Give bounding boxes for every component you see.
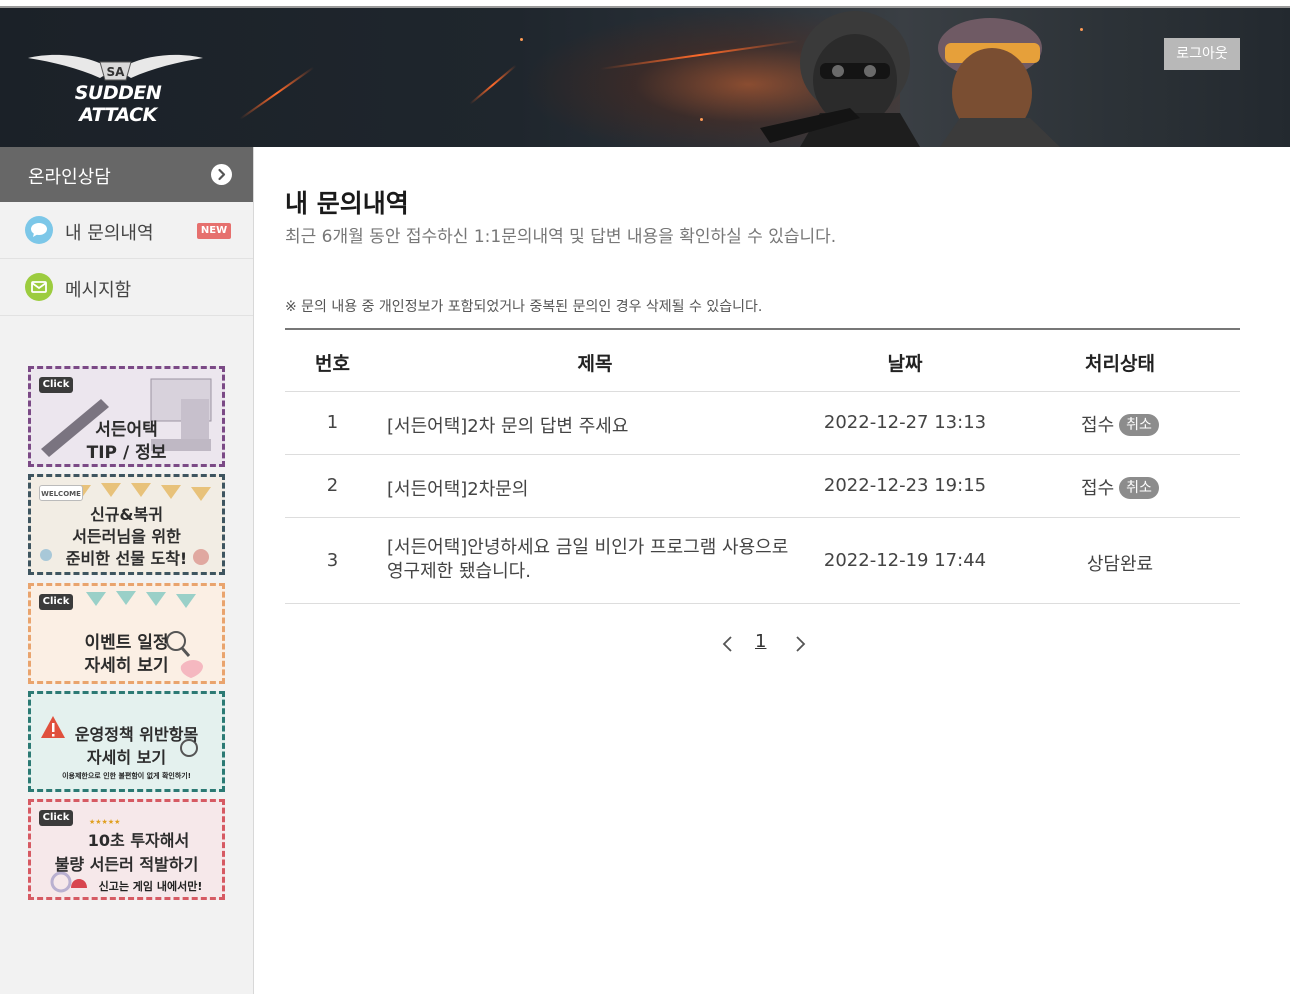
deletion-notice: ※ 문의 내용 중 개인정보가 포함되었거나 중복된 문의인 경우 삭제될 수 … (285, 299, 763, 315)
table-row[interactable]: 1 [서든어택]2차 문의 답변 주세요 2022-12-27 13:13 접수… (285, 392, 1240, 455)
main-content: 내 문의내역 최근 6개월 동안 접수하신 1:1문의내역 및 답변 내용을 확… (285, 147, 1240, 994)
cancel-button[interactable]: 취소 (1119, 477, 1159, 499)
banner-report-cheater[interactable]: ★★★★★ Click 10초 투자해서 불량 서든러 적발하기 신고는 게임 … (28, 799, 225, 900)
cancel-button[interactable]: 취소 (1119, 414, 1159, 436)
svg-text:SA: SA (107, 65, 126, 79)
welcome-tag: WELCOME (39, 485, 83, 501)
sudden-attack-logo[interactable]: SA SUDDEN ATTACK (28, 48, 203, 126)
banner-event-schedule[interactable]: Click 이벤트 일정 자세히 보기 (28, 583, 225, 684)
column-header-date: 날짜 (887, 353, 923, 375)
header-spark (700, 118, 703, 121)
table-header: 번호 제목 날짜 처리상태 (285, 328, 1240, 392)
banner-tip-info[interactable]: Click 서든어택 TIP / 정보 (28, 366, 225, 467)
banner-line: 이벤트 일정 (84, 633, 169, 653)
table-row[interactable]: 3 [서든어택]안녕하세요 금일 비인가 프로그램 사용으로 영구제한 됐습니다… (285, 518, 1240, 604)
status-text: 상담완료 (1086, 554, 1154, 575)
page-subtitle: 최근 6개월 동안 접수하신 1:1문의내역 및 답변 내용을 확인하실 수 있… (285, 227, 837, 247)
status-text: 접수 (1081, 478, 1115, 499)
chevron-right-icon (796, 636, 806, 652)
banner-line: 10초 투자해서 (87, 831, 190, 850)
column-header-title: 제목 (577, 353, 613, 375)
sidebar: 온라인상담 내 문의내역 NEW 메시지함 Click 서든어택 TIP / 정… (0, 147, 254, 994)
sidebar-item-label: 메시지함 (65, 280, 132, 301)
sidebar-item-label: 내 문의내역 (65, 223, 154, 244)
logo-text: SUDDEN ATTACK (74, 82, 162, 126)
row-number: 3 (326, 550, 339, 571)
prev-page-button[interactable] (718, 634, 738, 654)
click-tag: Click (39, 810, 73, 826)
row-status: 상담완료 (1025, 550, 1215, 576)
header-streak (469, 64, 517, 105)
banner-welcome-gift[interactable]: WELCOME 신규&복귀 서든러님을 위한 준비한 선물 도착! (28, 474, 225, 575)
banner-line: 준비한 선물 도착! (65, 549, 188, 568)
status-text: 접수 (1081, 415, 1115, 436)
banner-line: 자세히 보기 (86, 748, 167, 767)
banner-line: 서든러님을 위한 (72, 527, 181, 546)
banner-small-text: 신고는 게임 내에서만! (98, 880, 203, 893)
click-tag: Click (39, 377, 73, 393)
row-number: 2 (326, 475, 339, 496)
row-date: 2022-12-19 17:44 (823, 550, 987, 571)
banner-line: 운영정책 위반항목 (74, 725, 199, 744)
row-status: 접수 취소 (1025, 474, 1215, 500)
sidebar-item-my-inquiries[interactable]: 내 문의내역 NEW (0, 202, 253, 259)
banner-line: 불량 서든러 적발하기 (54, 855, 199, 874)
banner-small-text: 이용제한으로 인한 불편함이 없게 확인하기! (62, 772, 191, 780)
soldier-illustration (760, 11, 1060, 147)
sidebar-header-online-consult[interactable]: 온라인상담 (0, 147, 253, 202)
header-banner: SA SUDDEN ATTACK 로그아웃 (0, 8, 1290, 147)
chevron-left-icon (722, 636, 732, 652)
banner-line: 서든어택 (95, 420, 158, 440)
column-header-number: 번호 (315, 353, 350, 375)
banner-line: 신규&복귀 (90, 505, 163, 524)
row-title-link[interactable]: [서든어택]2차문의 (387, 475, 797, 501)
row-date: 2022-12-23 19:15 (823, 475, 987, 496)
page-number-current[interactable]: 1 (755, 631, 766, 652)
header-streak (239, 66, 315, 120)
banner-line: 자세히 보기 (84, 656, 169, 676)
sidebar-item-messages[interactable]: 메시지함 (0, 259, 253, 316)
page-title: 내 문의내역 (285, 189, 409, 218)
pagination: 1 (285, 631, 1240, 657)
envelope-icon (25, 273, 53, 301)
row-title-link[interactable]: [서든어택]안녕하세요 금일 비인가 프로그램 사용으로 영구제한 됐습니다. (387, 536, 797, 584)
svg-text:★★★★★: ★★★★★ (89, 818, 120, 826)
logout-button[interactable]: 로그아웃 (1164, 38, 1240, 70)
click-tag: Click (39, 594, 73, 610)
chevron-right-icon (211, 164, 232, 185)
sidebar-header-label: 온라인상담 (28, 167, 111, 188)
banner-line: TIP / 정보 (86, 443, 167, 463)
chat-bubble-icon (25, 216, 53, 244)
inquiry-table: 번호 제목 날짜 처리상태 1 [서든어택]2차 문의 답변 주세요 2022-… (285, 328, 1240, 604)
header-spark (520, 38, 523, 41)
row-number: 1 (326, 412, 339, 433)
column-header-status: 처리상태 (1085, 353, 1155, 375)
table-row[interactable]: 2 [서든어택]2차문의 2022-12-23 19:15 접수 취소 (285, 455, 1240, 518)
row-status: 접수 취소 (1025, 411, 1215, 437)
row-date: 2022-12-27 13:13 (823, 412, 987, 433)
row-title-link[interactable]: [서든어택]2차 문의 답변 주세요 (387, 412, 797, 438)
new-badge: NEW (197, 223, 231, 239)
next-page-button[interactable] (790, 634, 810, 654)
top-border (0, 0, 1290, 8)
banner-policy-violation[interactable]: 운영정책 위반항목 자세히 보기 이용제한으로 인한 불편함이 없게 확인하기! (28, 691, 225, 792)
